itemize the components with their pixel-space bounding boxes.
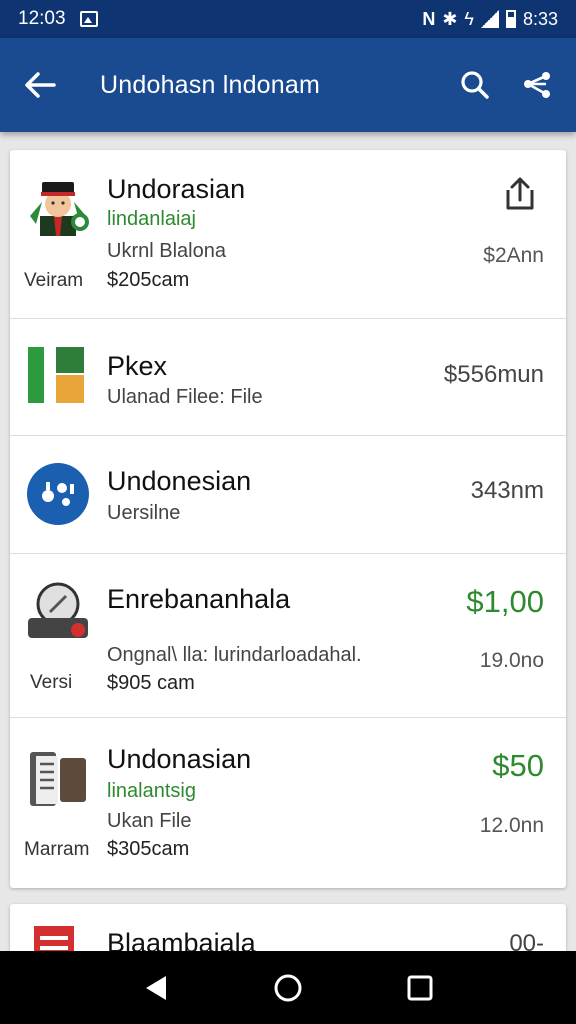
file-list-card: Undorasian lindanlaiaj Ukrnl Blalona $20… xyxy=(10,150,566,888)
search-button[interactable] xyxy=(454,64,496,106)
status-time-left: 12:03 xyxy=(18,8,66,29)
item-size: 12.0nn xyxy=(479,814,544,837)
item-price: $905 cam xyxy=(107,672,195,694)
nav-back-button[interactable] xyxy=(128,960,184,1016)
search-icon xyxy=(461,71,489,99)
disk-drive-icon xyxy=(28,582,88,638)
list-item[interactable]: Undorasian lindanlaiaj Ukrnl Blalona $20… xyxy=(10,150,566,319)
signal-icon xyxy=(480,10,499,28)
share-button[interactable] xyxy=(516,64,558,106)
app-bar: Undohasn lndonam xyxy=(0,38,576,132)
document-book-icon xyxy=(30,752,86,806)
back-arrow-icon xyxy=(25,72,56,98)
settings-app-icon xyxy=(27,463,89,525)
list-item[interactable]: Enrebananhala Ongnal\ lla: lurindarloada… xyxy=(10,554,566,718)
nav-recents-button[interactable] xyxy=(392,960,448,1016)
nav-home-icon xyxy=(274,974,302,1001)
item-version-label: Versi xyxy=(30,672,73,693)
page-title: Undohasn lndonam xyxy=(100,70,321,99)
item-detail: Ukan File xyxy=(107,810,192,832)
upload-share-icon[interactable] xyxy=(500,174,540,214)
vibrate-icon: ϟ xyxy=(464,8,474,29)
battery-icon xyxy=(505,10,516,28)
nav-home-button[interactable] xyxy=(260,960,316,1016)
item-subtitle: linalantsig xyxy=(107,780,196,802)
item-name: Undorasian xyxy=(107,174,246,204)
item-name: Undonesian xyxy=(107,466,252,496)
spreadsheet-file-icon xyxy=(28,347,84,403)
item-name: Enrebananhala xyxy=(107,584,291,614)
item-detail: Ulanad Filee: File xyxy=(107,386,263,408)
status-bar: 12:03 N ✱ ϟ 8:33 xyxy=(0,0,576,38)
item-version-label: Marram xyxy=(24,839,90,860)
item-detail: Uersilne xyxy=(107,502,181,524)
item-size: 19.0no xyxy=(479,649,544,672)
item-detail: Ukrnl Blalona xyxy=(107,240,226,262)
item-name: Pkex xyxy=(107,351,168,381)
officer-avatar-icon xyxy=(30,182,89,236)
item-price: $305cam xyxy=(107,838,190,860)
nav-recents-icon xyxy=(407,975,433,1000)
back-button[interactable] xyxy=(0,38,80,132)
list-item[interactable]: Pkex Ulanad Filee: File $556mun xyxy=(10,319,566,436)
nfc-icon: N xyxy=(422,8,436,29)
system-navigation-bar xyxy=(0,951,576,1024)
item-price: $205cam xyxy=(107,269,190,291)
item-cost: $1,00 xyxy=(466,584,544,619)
item-size: 343nm xyxy=(470,477,544,504)
item-subtitle: lindanlaiaj xyxy=(107,208,196,230)
item-cost: $50 xyxy=(492,748,544,783)
item-size: $2Ann xyxy=(483,244,544,267)
list-item[interactable]: Undonasian linalantsig Ukan File $305cam… xyxy=(10,718,566,888)
share-network-icon xyxy=(524,72,550,98)
item-size: $556mun xyxy=(443,361,544,388)
item-name: Undonasian xyxy=(107,744,252,774)
gallery-notification-icon xyxy=(79,11,98,27)
item-detail: Ongnal\ lla: lurindarloadahal. xyxy=(107,644,362,666)
status-time-right: 8:33 xyxy=(522,8,558,29)
list-item[interactable]: Undonesian Uersilne 343nm xyxy=(10,436,566,554)
item-version-label: Veiram xyxy=(24,270,84,291)
bluetooth-icon: ✱ xyxy=(442,8,458,29)
nav-back-icon xyxy=(146,975,166,1000)
